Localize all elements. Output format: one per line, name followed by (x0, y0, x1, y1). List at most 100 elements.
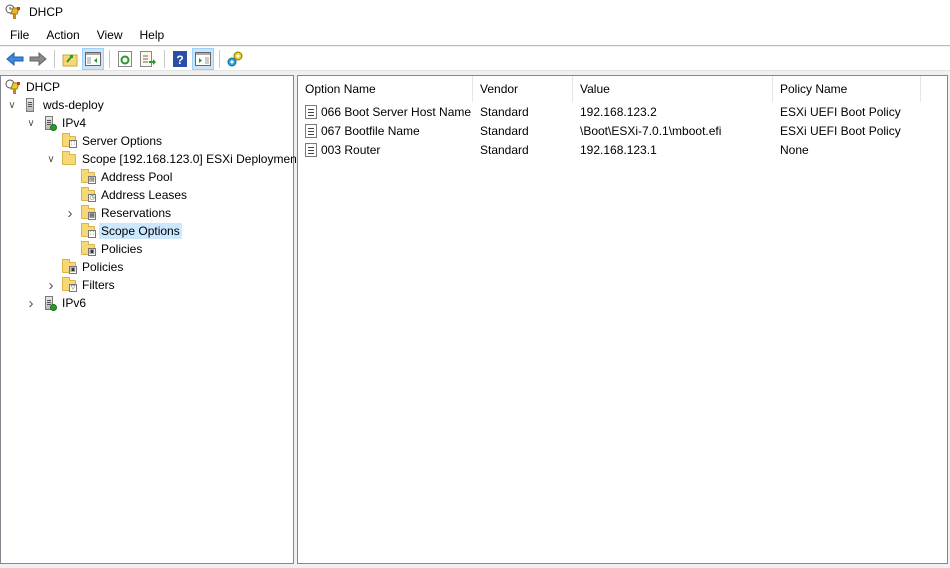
column-header-vendor[interactable]: Vendor (473, 76, 573, 102)
tree-item-label: Filters (82, 278, 115, 292)
menu-action[interactable]: Action (39, 25, 86, 45)
option-name: 066 Boot Server Host Name (321, 104, 472, 119)
cell-value: 192.168.123.2 (580, 104, 657, 119)
refresh-button[interactable] (114, 48, 136, 70)
folder-options-icon: ∷ (80, 223, 96, 239)
cell-option-name: 066 Boot Server Host Name (298, 104, 473, 119)
arrow-left-icon (6, 51, 24, 66)
tree-item-policies[interactable]: ▣ Policies (45, 258, 125, 276)
console-tree: DHCP ∨ wds-deploy ∨ IPv4 ∷ Server Options ∨ Scop… (0, 75, 300, 564)
gears-icon (227, 51, 243, 66)
menu-help[interactable]: Help (133, 25, 172, 45)
option-icon (305, 142, 317, 157)
cell-vendor: Standard (480, 104, 529, 119)
folder-options-icon: ∷ (61, 133, 77, 149)
folder-reservations-icon: ▦ (80, 205, 96, 221)
help-icon: ? (173, 50, 187, 67)
tree-item-server-options[interactable]: ∷ Server Options (45, 132, 164, 150)
server-icon (22, 97, 38, 113)
tree-item-label: Policies (101, 242, 143, 256)
tree-item-scope-options[interactable]: ∷ Scope Options (64, 222, 182, 240)
option-name: 003 Router (321, 142, 381, 157)
tree-item-filters[interactable]: › ▽ Filters (45, 276, 117, 294)
help-button[interactable]: ? (169, 48, 191, 70)
toolbar: ? (0, 47, 950, 71)
title-bar: DHCP (0, 0, 950, 24)
cell-value: 192.168.123.1 (580, 142, 657, 157)
tree-item-label: DHCP (26, 80, 61, 94)
tree-item-label: Address Pool (101, 170, 173, 184)
export-icon (140, 50, 156, 67)
folder-icon (61, 151, 77, 167)
svg-text:?: ? (176, 53, 183, 67)
action-pane-icon (195, 51, 211, 66)
tree-item-address-pool[interactable]: ▤ Address Pool (64, 168, 174, 186)
tree-item-reservations[interactable]: › ▦ Reservations (64, 204, 173, 222)
tree-item-label: Policies (82, 260, 124, 274)
configure-button[interactable] (224, 48, 246, 70)
table-row[interactable]: 067 Bootfile Name Standard \Boot\ESXi-7.0.… (298, 121, 921, 140)
cell-policy-name: ESXi UEFI Boot Policy (780, 123, 901, 138)
tree-item-wds-deploy[interactable]: ∨ wds-deploy (6, 96, 106, 114)
refresh-icon (118, 50, 132, 67)
folder-leases-icon: ◷ (80, 187, 96, 203)
chevron-right-icon[interactable]: › (64, 205, 76, 222)
menu-file[interactable]: File (3, 25, 36, 45)
server-check-icon (41, 115, 57, 131)
column-header-policy-name[interactable]: Policy Name (773, 76, 921, 102)
export-list-button[interactable] (137, 48, 159, 70)
chevron-down-icon[interactable]: ∨ (45, 153, 57, 165)
cell-value: \Boot\ESXi-7.0.1\mboot.efi (580, 123, 722, 138)
option-name: 067 Bootfile Name (321, 123, 420, 138)
column-header-value[interactable]: Value (573, 76, 773, 102)
tree-item-label: IPv6 (62, 296, 87, 310)
dhcp-app-icon (5, 4, 21, 20)
back-button[interactable] (4, 48, 26, 70)
table-row[interactable]: 066 Boot Server Host Name Standard 192.168… (298, 102, 921, 121)
cell-vendor: Standard (480, 123, 529, 138)
tree-item-label: wds-deploy (43, 98, 104, 112)
cell-option-name: 003 Router (298, 142, 473, 157)
folder-filters-icon: ▽ (61, 277, 77, 293)
chevron-down-icon[interactable]: ∨ (25, 117, 37, 129)
menu-bar: File Action View Help (0, 24, 950, 46)
show-hide-action-pane-button[interactable] (192, 47, 214, 70)
arrow-right-icon (29, 51, 47, 66)
tree-item-label: Reservations (101, 206, 172, 220)
chevron-down-icon[interactable]: ∨ (6, 99, 18, 111)
folder-policies-icon: ▣ (61, 259, 77, 275)
tree-item-label: IPv4 (62, 116, 87, 130)
folder-up-icon (62, 54, 78, 66)
tree-item-label: Scope [192.168.123.0] ESXi Deployment (82, 152, 301, 166)
tree-item-policies[interactable]: ▣ Policies (64, 240, 144, 258)
option-icon (305, 123, 317, 138)
tree-item-scope-192-168-123-0-esxi-deployment[interactable]: ∨ Scope [192.168.123.0] ESXi Deployment (45, 150, 302, 168)
table-row[interactable]: 003 Router Standard 192.168.123.1 None (298, 140, 921, 159)
tree-item-label: Address Leases (101, 188, 188, 202)
option-icon (305, 104, 317, 119)
tree-item-label: Server Options (82, 134, 163, 148)
menu-view[interactable]: View (90, 25, 130, 45)
toolbar-separator (219, 49, 220, 68)
column-header-option-name[interactable]: Option Name (298, 76, 473, 102)
cell-policy-name: None (780, 142, 809, 157)
server-check-icon (41, 295, 57, 311)
up-one-level-button[interactable] (59, 48, 81, 70)
results-pane: Option Name Vendor Value Policy Name 066… (297, 75, 948, 564)
tree-item-ipv4[interactable]: ∨ IPv4 (25, 114, 88, 132)
tree-item-ipv6[interactable]: › IPv6 (25, 294, 88, 312)
tree-item-address-leases[interactable]: ◷ Address Leases (64, 186, 189, 204)
tree-item-dhcp[interactable]: DHCP (5, 78, 62, 96)
toolbar-separator (164, 49, 165, 68)
toolbar-separator (54, 49, 55, 68)
show-hide-console-tree-button[interactable] (82, 47, 104, 70)
chevron-right-icon[interactable]: › (25, 295, 37, 312)
forward-button[interactable] (27, 48, 49, 70)
cell-policy-name: ESXi UEFI Boot Policy (780, 104, 901, 119)
chevron-right-icon[interactable]: › (45, 277, 57, 294)
